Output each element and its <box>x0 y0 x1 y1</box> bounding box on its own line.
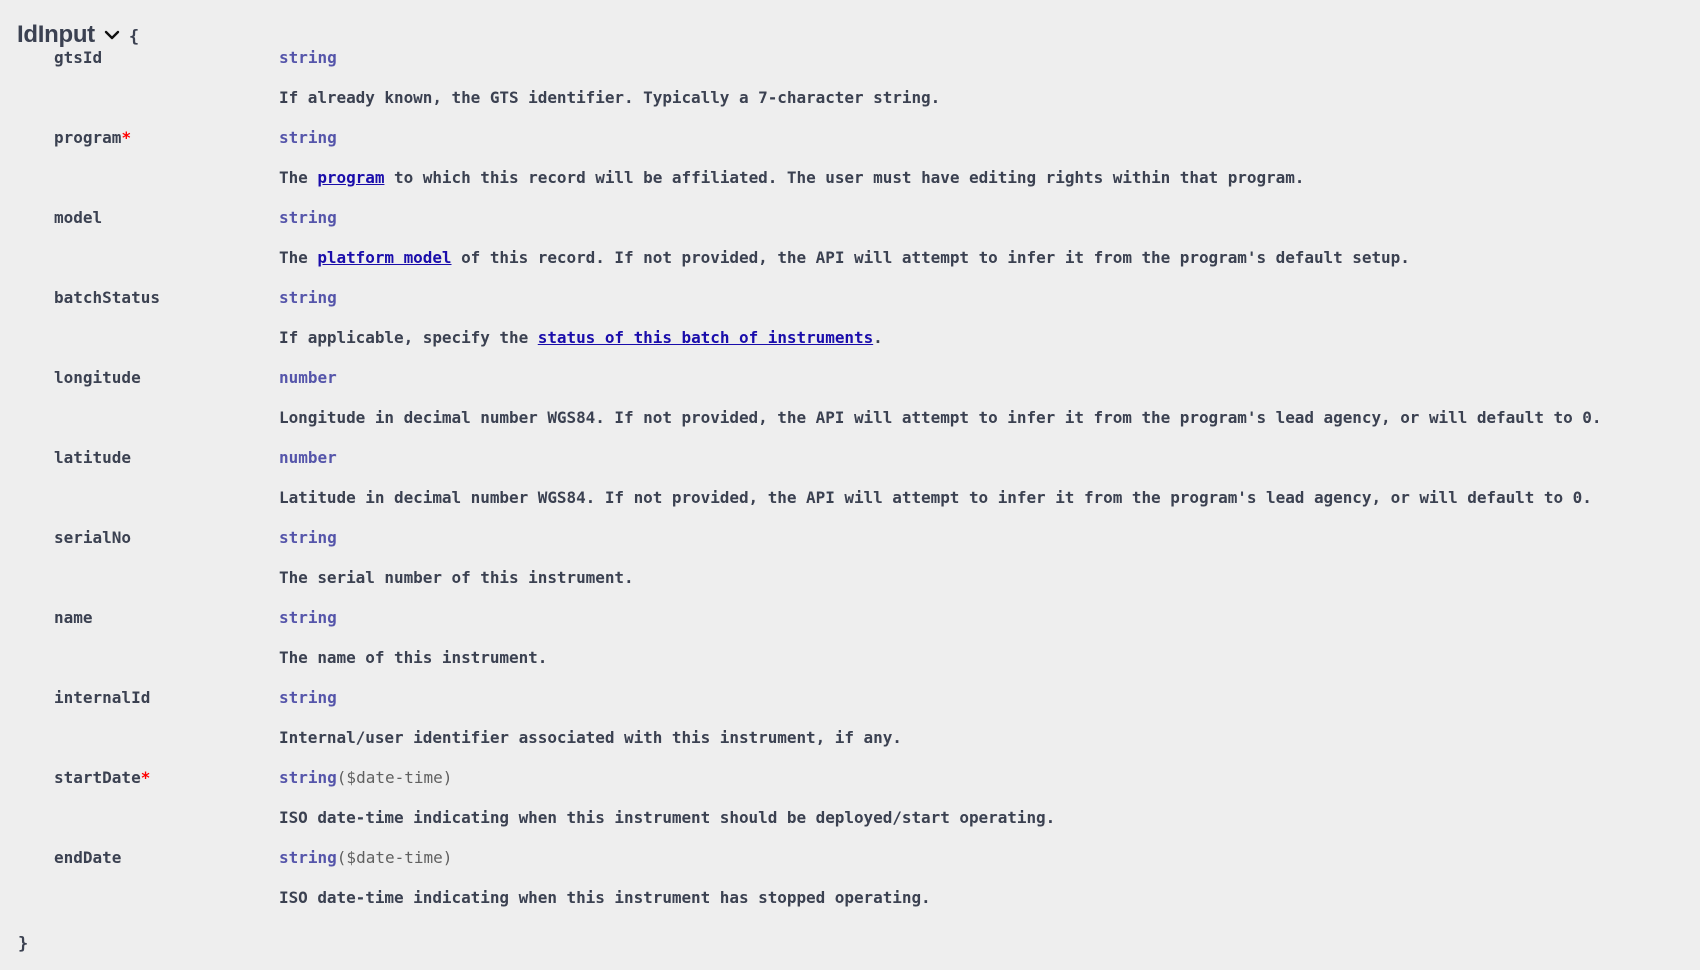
property-name: serialNo <box>54 528 131 547</box>
property-description: The platform model of this record. If no… <box>279 248 1410 267</box>
property-name-text: longitude <box>54 368 141 387</box>
property-description: The program to which this record will be… <box>279 168 1304 187</box>
property-type-text: string <box>279 768 337 787</box>
property-row-latitude: latitude number Latitude in decimal number… <box>0 440 1700 520</box>
property-name: startDate* <box>54 768 150 787</box>
property-type-text: string <box>279 688 337 707</box>
property-name-text: latitude <box>54 448 132 467</box>
description-text: Internal/user identifier associated with… <box>279 728 902 747</box>
property-name-text: endDate <box>54 848 122 867</box>
property-type: number <box>279 368 337 387</box>
description-text-after: to which this record will be affiliated.… <box>384 168 1305 187</box>
property-type-text: string <box>279 208 337 227</box>
property-name-text: batchStatus <box>54 288 160 307</box>
property-name: internalId <box>54 688 150 707</box>
property-description: Longitude in decimal number WGS84. If no… <box>279 408 1601 427</box>
property-description: ISO date-time indicating when this instr… <box>279 808 1055 827</box>
property-row-endDate: endDate string($date-time) ISO date-time i… <box>0 840 1700 920</box>
property-type-text: string <box>279 528 337 547</box>
property-type-text: string <box>279 128 337 147</box>
description-text: The name of this instrument. <box>279 648 548 667</box>
property-description: Internal/user identifier associated with… <box>279 728 902 747</box>
description-text: The serial number of this instrument. <box>279 568 634 587</box>
property-type: string <box>279 48 337 67</box>
property-type: string <box>279 128 337 147</box>
property-description: If applicable, specify the status of thi… <box>279 328 883 347</box>
property-type: string <box>279 528 337 547</box>
description-text: If applicable, specify the <box>279 328 538 347</box>
property-name-text: program <box>54 128 122 147</box>
required-marker: * <box>140 768 151 787</box>
close-brace: } <box>18 934 29 954</box>
property-name: endDate <box>54 848 121 867</box>
property-type: string <box>279 288 337 307</box>
property-type: string <box>279 608 337 627</box>
property-description: ISO date-time indicating when this instr… <box>279 888 931 907</box>
property-type: string <box>279 208 337 227</box>
property-type-text: string <box>279 848 337 867</box>
property-row-model: model string The platform model of this re… <box>0 200 1700 280</box>
property-row-gtsId: gtsId string If already known, the GTS ide… <box>0 40 1700 120</box>
property-name-text: serialNo <box>54 528 132 547</box>
property-description: If already known, the GTS identifier. Ty… <box>279 88 940 107</box>
property-format: ($date-time) <box>336 848 453 867</box>
property-type: number <box>279 448 337 467</box>
property-type-text: string <box>279 288 337 307</box>
property-type-text: number <box>279 448 337 467</box>
property-list: gtsId string If already known, the GTS ide… <box>0 40 1700 920</box>
property-row-batchStatus: batchStatus string If applicable, specify … <box>0 280 1700 360</box>
property-type-text: number <box>279 368 337 387</box>
required-marker: * <box>121 128 132 147</box>
property-name-text: startDate <box>54 768 141 787</box>
property-row-program: program* string The program to which this … <box>0 120 1700 200</box>
property-format: ($date-time) <box>336 768 453 787</box>
description-text: ISO date-time indicating when this instr… <box>279 808 1056 827</box>
description-text: The <box>279 248 318 267</box>
description-text-after: of this record. If not provided, the API… <box>451 248 1410 267</box>
property-type: string($date-time) <box>279 848 452 867</box>
description-text: Longitude in decimal number WGS84. If no… <box>279 408 1602 427</box>
property-name-text: name <box>54 608 93 627</box>
description-text: The <box>279 168 318 187</box>
property-type: string($date-time) <box>279 768 452 787</box>
property-row-name: name string The name of this instrument. <box>0 600 1700 680</box>
property-description: The serial number of this instrument. <box>279 568 634 587</box>
property-row-startDate: startDate* string($date-time) ISO date-tim… <box>0 760 1700 840</box>
property-type: string <box>279 688 337 707</box>
property-name: gtsId <box>54 48 102 67</box>
property-name-text: model <box>54 208 103 227</box>
property-name: batchStatus <box>54 288 160 307</box>
property-type-text: string <box>279 48 337 67</box>
description-text-after: . <box>873 328 883 347</box>
property-name: longitude <box>54 368 141 387</box>
property-row-longitude: longitude number Longitude in decimal numb… <box>0 360 1700 440</box>
property-name-text: gtsId <box>54 48 103 67</box>
property-row-internalId: internalId string Internal/user identifier… <box>0 680 1700 760</box>
description-link[interactable]: status of this batch of instruments <box>538 328 873 347</box>
property-name-text: internalId <box>54 688 151 707</box>
property-name: model <box>54 208 102 227</box>
description-link[interactable]: program <box>317 168 384 187</box>
property-name: latitude <box>54 448 131 467</box>
property-row-serialNo: serialNo string The serial number of this … <box>0 520 1700 600</box>
description-text: Latitude in decimal number WGS84. If not… <box>279 488 1592 507</box>
property-type-text: string <box>279 608 337 627</box>
property-description: Latitude in decimal number WGS84. If not… <box>279 488 1592 507</box>
description-link[interactable]: platform model <box>317 248 451 267</box>
property-name: program* <box>54 128 131 147</box>
description-text: If already known, the GTS identifier. Ty… <box>279 88 941 107</box>
description-text: ISO date-time indicating when this instr… <box>279 888 931 907</box>
property-description: The name of this instrument. <box>279 648 547 667</box>
property-name: name <box>54 608 93 627</box>
